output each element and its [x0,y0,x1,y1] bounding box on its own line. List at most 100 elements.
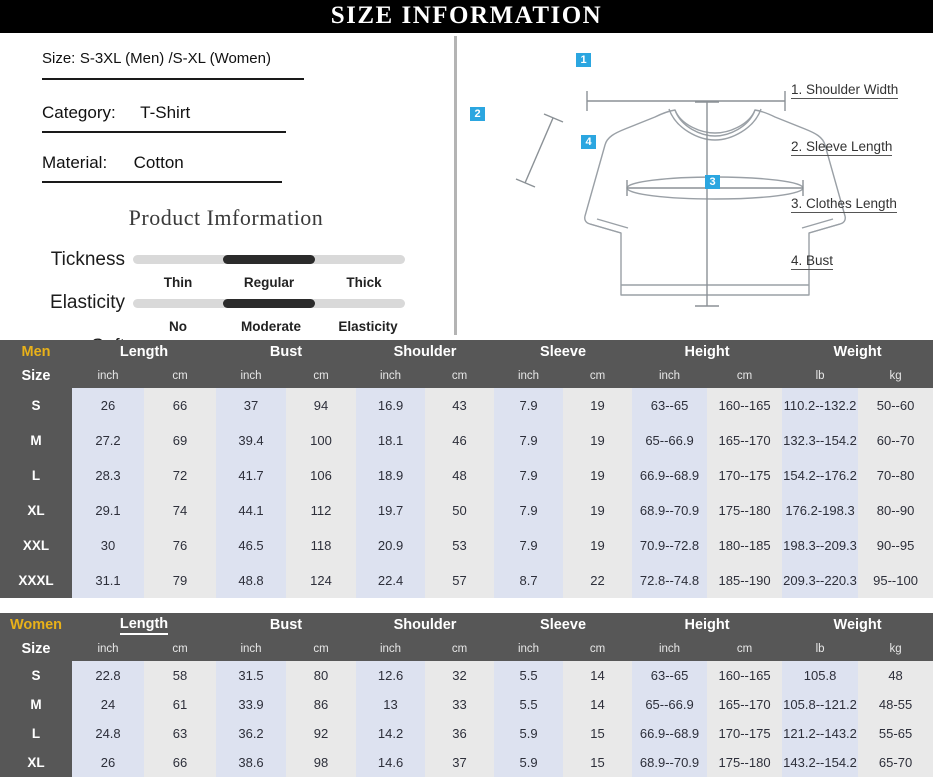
men-unit-5: cm [425,364,495,388]
spec-category-row: Category: T-Shirt [42,103,286,133]
men-cell-S-kg-11: 50--60 [858,388,933,423]
women-cell-M-cm-9: 165--170 [707,690,783,719]
slider-knob-elasticity[interactable] [223,299,315,308]
table-row: XXL 30 76 46.5 118 20.9 53 7.9 19 70.9--72.8 180--… [0,528,933,563]
men-group-sleeve: Sleeve [494,340,633,364]
women-cell-L-inch-2: 36.2 [216,719,287,748]
spec-category-label: Category: [42,103,116,122]
women-cell-M-lb-10: 105.8--121.2 [782,690,859,719]
spec-size-label: Size: [42,50,76,67]
women-cell-M-cm-1: 61 [144,690,217,719]
women-cell-S-inch-8: 63--65 [632,661,708,690]
men-cell-XXL-inch-2: 46.5 [216,528,287,563]
product-information-heading: Product Imformation [128,205,324,230]
men-cell-S-cm-1: 66 [144,388,217,423]
women-cell-L-inch-0: 24.8 [72,719,144,748]
badge-2-sleeve-length: 2 [470,107,485,121]
men-size-XXXL: XXXL [0,563,72,598]
men-table-header: Men Length Bust Shoulder Sleeve Height W… [0,340,933,388]
men-unit-3: cm [286,364,357,388]
women-cell-M-cm-5: 33 [425,690,495,719]
men-cell-L-cm-5: 48 [425,458,495,493]
men-cell-S-inch-8: 63--65 [632,388,708,423]
men-cell-S-inch-4: 16.9 [356,388,426,423]
slider-track-elasticity[interactable] [133,299,405,308]
legend-item-sleeve-length: 2. Sleeve Length [791,139,893,156]
men-size-S: S [0,388,72,423]
women-unit-header-row: Size inch cm inch cm inch cm inch cm inc… [0,637,933,661]
men-group-length: Length [72,340,217,364]
slider-tick-tickness-2: Thick [346,275,382,290]
men-gender-label: Men [0,340,72,364]
badge-1-shoulder-width: 1 [576,53,591,67]
women-cell-S-inch-6: 5.5 [494,661,564,690]
men-cell-XXXL-cm-1: 79 [144,563,217,598]
women-group-sleeve: Sleeve [494,613,633,637]
women-cell-XL-inch-6: 5.9 [494,748,564,777]
women-cell-S-lb-10: 105.8 [782,661,859,690]
men-cell-XXXL-cm-5: 57 [425,563,495,598]
men-cell-XL-inch-2: 44.1 [216,493,287,528]
men-cell-L-cm-7: 19 [563,458,633,493]
women-cell-XL-inch-2: 38.6 [216,748,287,777]
women-cell-L-cm-7: 15 [563,719,633,748]
men-size-L: L [0,458,72,493]
men-cell-M-inch-8: 65--66.9 [632,423,708,458]
men-cell-XXXL-lb-10: 209.3--220.3 [782,563,859,598]
men-cell-S-inch-0: 26 [72,388,144,423]
women-group-height: Height [632,613,783,637]
men-cell-S-cm-5: 43 [425,388,495,423]
men-unit-header-row: Size inch cm inch cm inch cm inch cm inc… [0,364,933,388]
women-cell-XL-cm-3: 98 [286,748,357,777]
men-cell-L-inch-6: 7.9 [494,458,564,493]
women-unit-1: cm [144,637,217,661]
women-cell-S-cm-1: 58 [144,661,217,690]
women-cell-L-inch-4: 14.2 [356,719,426,748]
women-unit-9: cm [707,637,783,661]
women-unit-10: lb [782,637,859,661]
women-unit-8: inch [632,637,708,661]
spec-material-label: Material: [42,153,108,172]
women-cell-L-inch-6: 5.9 [494,719,564,748]
women-cell-S-cm-7: 14 [563,661,633,690]
women-cell-S-cm-3: 80 [286,661,357,690]
women-cell-M-inch-4: 13 [356,690,426,719]
men-cell-L-inch-8: 66.9--68.9 [632,458,708,493]
women-cell-S-cm-5: 32 [425,661,495,690]
men-cell-L-cm-3: 106 [286,458,357,493]
women-size-XL: XL [0,748,72,777]
slider-tick-elasticity-1: Moderate [240,319,301,334]
women-cell-XL-cm-9: 175--180 [707,748,783,777]
men-group-weight: Weight [782,340,933,364]
men-cell-XXXL-cm-7: 22 [563,563,633,598]
women-cell-XL-inch-4: 14.6 [356,748,426,777]
men-cell-XXL-inch-4: 20.9 [356,528,426,563]
women-cell-S-kg-11: 48 [858,661,933,690]
men-cell-M-inch-4: 18.1 [356,423,426,458]
men-cell-M-cm-1: 69 [144,423,217,458]
slider-label-elasticity: Elasticity [50,292,125,313]
slider-tick-tickness-1: Regular [243,275,295,290]
page-title: SIZE INFORMATION [330,2,603,29]
men-unit-9: cm [707,364,783,388]
women-size-label: Size [0,637,72,661]
men-cell-M-cm-5: 46 [425,423,495,458]
women-table-header: Women Length Bust Shoulder Sleeve Height… [0,613,933,661]
slider-track-tickness[interactable] [133,255,405,264]
men-unit-1: cm [144,364,217,388]
men-cell-XL-inch-8: 68.9--70.9 [632,493,708,528]
men-cell-XXL-cm-5: 53 [425,528,495,563]
men-unit-11: kg [858,364,933,388]
men-cell-XXL-inch-8: 70.9--72.8 [632,528,708,563]
men-cell-S-lb-10: 110.2--132.2 [782,388,859,423]
men-cell-XXXL-inch-0: 31.1 [72,563,144,598]
women-unit-3: cm [286,637,357,661]
slider-knob-tickness[interactable] [223,255,315,264]
men-cell-M-cm-9: 165--170 [707,423,783,458]
men-cell-S-inch-2: 37 [216,388,287,423]
women-unit-6: inch [494,637,564,661]
spec-size-row: Size: S-3XL (Men) /S-XL (Women) [42,50,304,80]
women-group-length: Length [72,613,217,637]
women-unit-7: cm [563,637,633,661]
men-cell-L-cm-1: 72 [144,458,217,493]
